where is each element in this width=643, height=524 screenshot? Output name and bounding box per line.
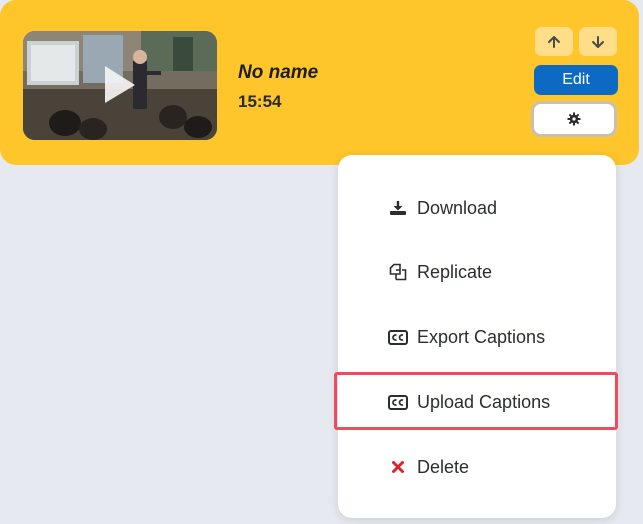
classroom-thumbnail-image — [23, 31, 217, 140]
move-up-button[interactable] — [535, 27, 573, 56]
close-x-icon — [388, 458, 408, 476]
closed-captions-icon — [388, 393, 408, 411]
gear-icon — [567, 112, 581, 126]
video-card: No name 15:54 Edit — [0, 0, 639, 165]
menu-item-label: Export Captions — [417, 326, 546, 347]
menu-item-label: Replicate — [417, 261, 493, 282]
settings-dropdown-menu: Download Replicate Export Captions Uploa… — [338, 155, 616, 518]
edit-button[interactable]: Edit — [534, 65, 618, 95]
video-duration: 15:54 — [238, 92, 282, 111]
closed-captions-icon — [388, 328, 408, 346]
menu-item-replicate[interactable]: Replicate — [338, 252, 616, 292]
video-title: No name — [238, 62, 319, 83]
menu-item-delete[interactable]: Delete — [338, 447, 616, 487]
move-down-button[interactable] — [579, 27, 617, 56]
download-icon — [388, 199, 408, 217]
menu-item-export-captions[interactable]: Export Captions — [338, 317, 616, 357]
menu-item-label: Download — [417, 197, 498, 218]
arrow-up-icon — [548, 35, 560, 48]
menu-item-upload-captions[interactable]: Upload Captions — [338, 382, 616, 422]
menu-item-download[interactable]: Download — [338, 188, 616, 228]
copy-icon — [388, 263, 408, 281]
video-thumbnail[interactable] — [23, 31, 217, 140]
arrow-down-icon — [592, 35, 604, 48]
page: No name 15:54 Edit Download Replicate Ex… — [0, 0, 643, 524]
menu-item-label: Delete — [417, 456, 470, 477]
menu-item-label: Upload Captions — [417, 391, 551, 412]
settings-button[interactable] — [531, 101, 617, 137]
